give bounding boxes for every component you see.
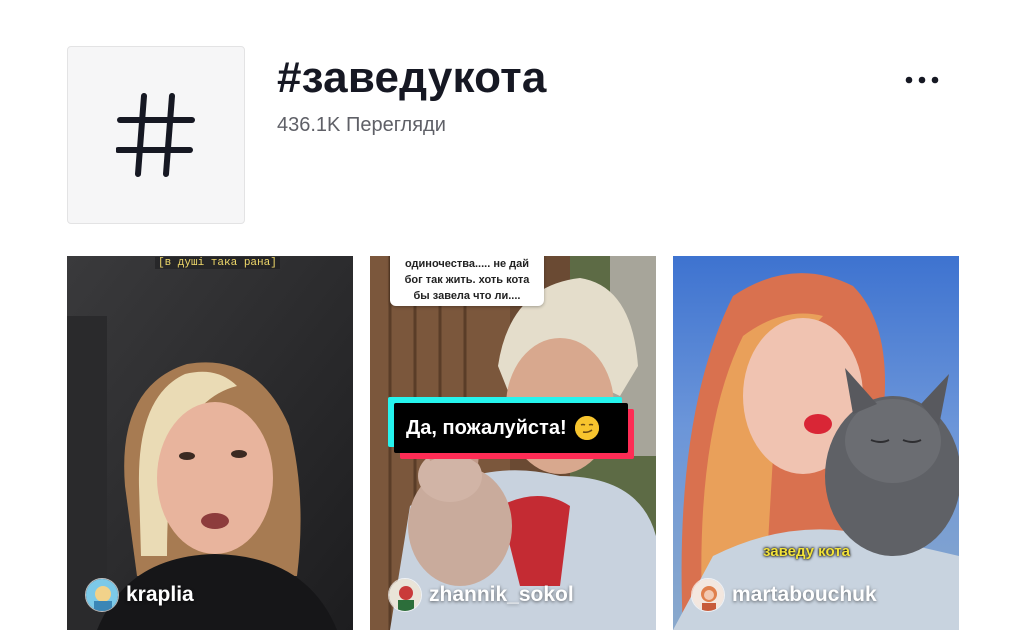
avatar <box>85 578 119 612</box>
more-options-button[interactable] <box>897 62 947 98</box>
video-card[interactable]: [в душі така рана] kraplia <box>67 256 353 630</box>
video-author[interactable]: kraplia <box>85 578 194 612</box>
author-username: zhannik_sokol <box>429 583 574 606</box>
author-username: kraplia <box>126 583 194 606</box>
hashtag-icon <box>116 93 195 177</box>
video-grid: [в душі така рана] kraplia одиночества..… <box>67 256 959 630</box>
comment-reply-bubble: одиночества..... не дай бог так жить. хо… <box>390 256 544 306</box>
video-author[interactable]: martabouchuk <box>691 578 877 612</box>
video-caption-overlay: [в душі така рана] <box>155 257 280 269</box>
video-card[interactable]: одиночества..... не дай бог так жить. хо… <box>370 256 656 630</box>
view-count: 436.1K Перегляди <box>277 114 446 136</box>
bubble-line: бог так жить. хоть кота <box>404 274 530 286</box>
avatar <box>691 578 725 612</box>
video-thumbnail <box>673 256 959 630</box>
more-horizontal-icon <box>905 76 939 84</box>
video-card[interactable]: заведу кота martabouchuk <box>673 256 959 630</box>
video-thumbnail <box>67 256 353 630</box>
text-sticker: Да, пожалуйста! <box>388 397 634 459</box>
video-caption-overlay: заведу кота <box>763 543 850 560</box>
video-author[interactable]: zhannik_sokol <box>388 578 574 612</box>
bubble-line: одиночества..... не дай <box>404 258 530 270</box>
avatar <box>388 578 422 612</box>
hashtag-cover <box>67 46 245 224</box>
page-title: #заведукота <box>277 53 547 102</box>
smirk-emoji-icon <box>574 416 599 440</box>
author-username: martabouchuk <box>732 583 877 606</box>
bubble-line: бы завела что ли.... <box>413 290 521 302</box>
sticker-body: Да, пожалуйста! <box>394 403 628 453</box>
sticker-text: Да, пожалуйста! <box>406 416 567 439</box>
hashtag-page: #заведукота 436.1K Перегляди [в душі так… <box>0 0 1018 630</box>
